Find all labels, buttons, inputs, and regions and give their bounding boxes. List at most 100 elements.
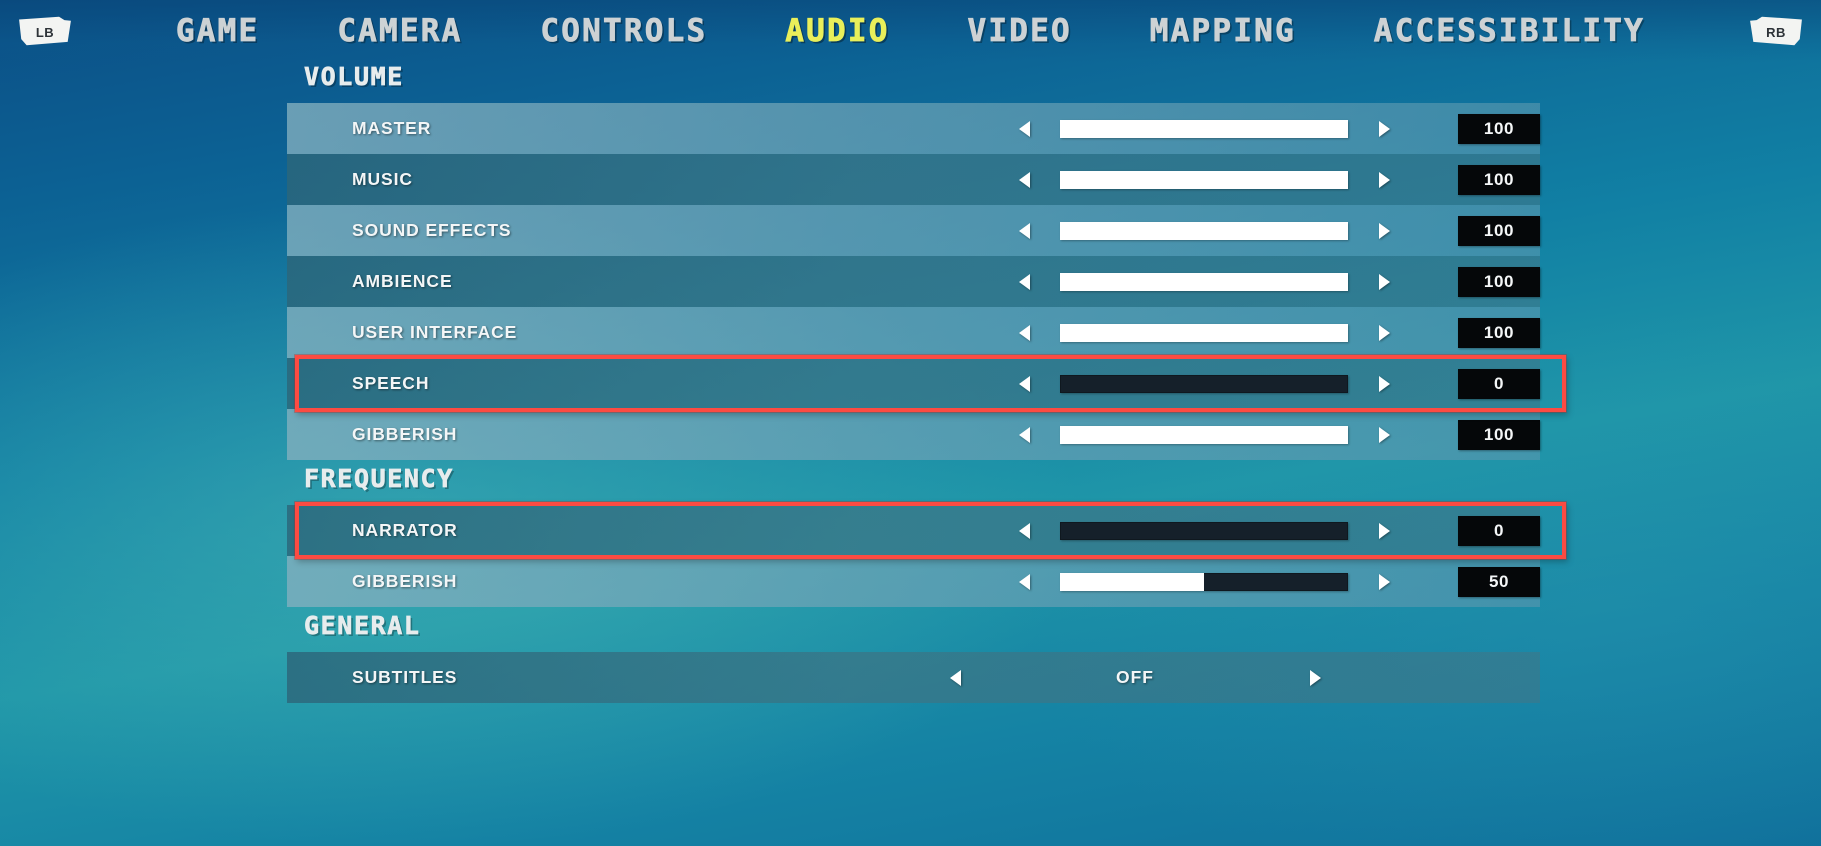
volume-slider[interactable]	[1060, 119, 1348, 138]
arrow-right-icon[interactable]	[1373, 117, 1395, 141]
arrow-left-icon[interactable]	[1013, 168, 1035, 192]
nav-tab-game[interactable]: GAME	[176, 13, 259, 50]
nav-tab-mapping[interactable]: MAPPING	[1149, 13, 1296, 50]
setting-control: 100	[1013, 266, 1540, 297]
value-box: 100	[1458, 113, 1540, 144]
choice-value: OFF	[1116, 667, 1154, 687]
setting-label: USER INTERFACE	[352, 322, 518, 342]
setting-label: GIBBERISH	[352, 424, 458, 444]
setting-label: GIBBERISH	[352, 571, 458, 591]
section-frequency: FREQUENCY NARRATOR 0 GIBBERISH 50	[0, 464, 1821, 607]
setting-row-ambience[interactable]: AMBIENCE 100	[287, 256, 1540, 307]
nav-tab-list: GAME CAMERA CONTROLS AUDIO VIDEO MAPPING ACCES…	[72, 13, 1749, 50]
setting-label: AMBIENCE	[352, 271, 453, 291]
slider-fill	[1060, 119, 1348, 138]
setting-row-gibberish[interactable]: GIBBERISH 100	[287, 409, 1540, 460]
setting-label: MUSIC	[352, 169, 413, 189]
slider-fill	[1060, 272, 1348, 291]
setting-label: SOUND EFFECTS	[352, 220, 512, 240]
setting-row-gibberish[interactable]: GIBBERISH 50	[287, 556, 1540, 607]
arrow-right-icon[interactable]	[1373, 270, 1395, 294]
setting-row-music[interactable]: MUSIC 100	[287, 154, 1540, 205]
nav-tab-controls[interactable]: CONTROLS	[540, 13, 707, 50]
slider-fill	[1060, 170, 1348, 189]
arrow-right-icon[interactable]	[1373, 372, 1395, 396]
setting-control: OFF	[944, 666, 1326, 690]
arrow-right-icon[interactable]	[1373, 321, 1395, 345]
lb-shoulder-icon[interactable]: LB	[18, 14, 72, 48]
setting-row-sound-effects[interactable]: SOUND EFFECTS 100	[287, 205, 1540, 256]
setting-control: 100	[1013, 215, 1540, 246]
arrow-left-icon[interactable]	[1013, 270, 1035, 294]
section-title-general: GENERAL	[304, 611, 421, 641]
volume-slider[interactable]	[1060, 374, 1348, 393]
nav-tab-camera[interactable]: CAMERA	[337, 13, 462, 50]
volume-slider[interactable]	[1060, 170, 1348, 189]
setting-label: NARRATOR	[352, 520, 458, 540]
setting-control: 0	[1013, 515, 1540, 546]
setting-row-narrator[interactable]: NARRATOR 0	[287, 502, 1566, 559]
value-box: 100	[1458, 317, 1540, 348]
value-box: 100	[1458, 419, 1540, 450]
arrow-right-icon[interactable]	[1373, 423, 1395, 447]
setting-row-master[interactable]: MASTER 100	[287, 103, 1540, 154]
setting-label: SPEECH	[352, 373, 430, 393]
value-box: 0	[1458, 368, 1540, 399]
settings-row-group: MASTER 100 MUSIC 100 SOUND EFFECTS 100 AMBIENC…	[287, 103, 1566, 460]
settings-row-group: SUBTITLES OFF	[287, 652, 1540, 703]
setting-row-user-interface[interactable]: USER INTERFACE 100	[287, 307, 1540, 358]
setting-control: 0	[1013, 368, 1540, 399]
slider-fill	[1060, 425, 1348, 444]
value-box: 100	[1458, 266, 1540, 297]
section-volume: VOLUME MASTER 100 MUSIC 100 SOUND EFFECTS 100 A…	[0, 62, 1821, 460]
arrow-left-icon[interactable]	[1013, 570, 1035, 594]
setting-control: 50	[1013, 566, 1540, 597]
rb-shoulder-label: RB	[1766, 25, 1786, 40]
arrow-right-icon[interactable]	[1373, 168, 1395, 192]
value-box: 0	[1458, 515, 1540, 546]
volume-slider[interactable]	[1060, 521, 1348, 540]
arrow-right-icon[interactable]	[1373, 519, 1395, 543]
row-background	[287, 652, 1540, 703]
arrow-left-icon[interactable]	[1013, 219, 1035, 243]
top-navigation-bar: LB GAME CAMERA CONTROLS AUDIO VIDEO MAPPING AC…	[0, 0, 1821, 62]
volume-slider[interactable]	[1060, 425, 1348, 444]
arrow-right-icon[interactable]	[1373, 570, 1395, 594]
audio-settings-panel: VOLUME MASTER 100 MUSIC 100 SOUND EFFECTS 100 A…	[0, 62, 1821, 707]
setting-control: 100	[1013, 419, 1540, 450]
arrow-left-icon[interactable]	[1013, 519, 1035, 543]
arrow-left-icon[interactable]	[944, 666, 966, 690]
arrow-right-icon[interactable]	[1304, 666, 1326, 690]
volume-slider[interactable]	[1060, 572, 1348, 591]
value-box: 100	[1458, 164, 1540, 195]
slider-fill	[1060, 221, 1348, 240]
arrow-right-icon[interactable]	[1373, 219, 1395, 243]
setting-control: 100	[1013, 317, 1540, 348]
nav-tab-audio[interactable]: AUDIO	[785, 13, 889, 50]
rb-shoulder-icon[interactable]: RB	[1749, 14, 1803, 48]
volume-slider[interactable]	[1060, 221, 1348, 240]
slider-fill	[1060, 572, 1204, 591]
settings-row-group: NARRATOR 0 GIBBERISH 50	[287, 502, 1566, 607]
value-box: 100	[1458, 215, 1540, 246]
setting-control: 100	[1013, 164, 1540, 195]
value-box: 50	[1458, 566, 1540, 597]
section-title-frequency: FREQUENCY	[304, 464, 454, 494]
arrow-left-icon[interactable]	[1013, 117, 1035, 141]
lb-shoulder-label: LB	[35, 25, 55, 40]
arrow-left-icon[interactable]	[1013, 372, 1035, 396]
slider-fill	[1060, 323, 1348, 342]
setting-row-speech[interactable]: SPEECH 0	[287, 355, 1566, 412]
arrow-left-icon[interactable]	[1013, 321, 1035, 345]
volume-slider[interactable]	[1060, 272, 1348, 291]
section-general: GENERAL SUBTITLES OFF	[0, 611, 1821, 703]
setting-label: SUBTITLES	[352, 667, 458, 687]
setting-label: MASTER	[352, 118, 432, 138]
nav-tab-video[interactable]: VIDEO	[967, 13, 1072, 50]
volume-slider[interactable]	[1060, 323, 1348, 342]
setting-row-subtitles[interactable]: SUBTITLES OFF	[287, 652, 1540, 703]
setting-control: 100	[1013, 113, 1540, 144]
arrow-left-icon[interactable]	[1013, 423, 1035, 447]
nav-tab-accessibility[interactable]: ACCESSIBILITY	[1373, 13, 1645, 50]
section-title-volume: VOLUME	[304, 62, 404, 92]
